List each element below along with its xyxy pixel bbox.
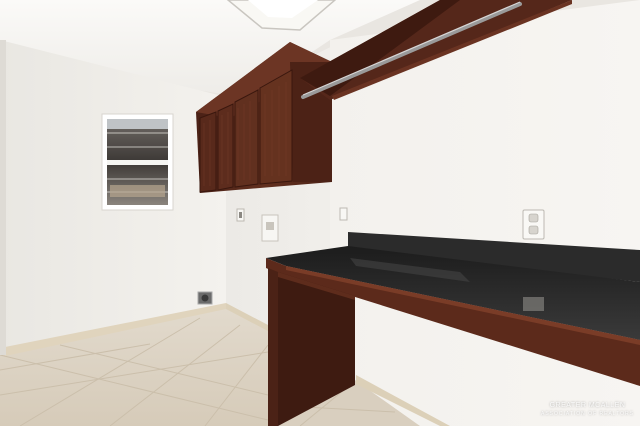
watermark-text: GREATER MCALLEN <box>549 402 626 409</box>
window <box>101 113 174 211</box>
room-illustration <box>0 0 640 426</box>
watermark-subtext: ASSOCIATION OF REALTORS <box>540 411 634 417</box>
wall-switch <box>339 207 348 221</box>
wall-outlet <box>522 209 545 240</box>
watermark: GREATER MCALLEN ASSOCIATION OF REALTORS <box>541 402 634 418</box>
laundry-room-photo: GREATER MCALLEN ASSOCIATION OF REALTORS <box>0 0 640 426</box>
